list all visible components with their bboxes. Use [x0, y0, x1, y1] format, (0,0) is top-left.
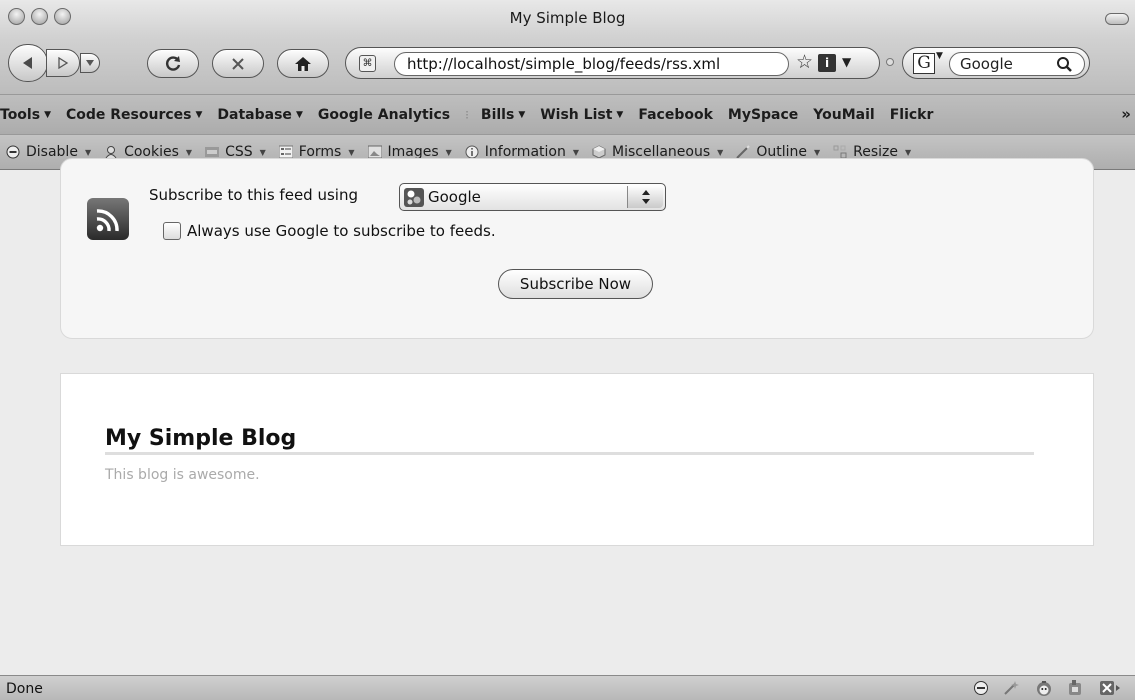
chevron-down-icon: ▼ [904, 147, 912, 157]
information-icon [465, 145, 479, 159]
status-extension-icon[interactable] [1067, 679, 1085, 700]
forward-arrow-icon [58, 57, 69, 69]
chevron-down-icon [86, 60, 94, 66]
chevron-down-icon: ▼ [717, 147, 724, 157]
feed-reader-value: Google [428, 188, 481, 206]
blog-description: This blog is awesome. [105, 467, 260, 483]
home-button[interactable] [277, 49, 329, 78]
subscribe-prompt: Subscribe to this feed using [149, 186, 358, 204]
bookmark-tools[interactable]: Tools ▼ [0, 107, 51, 123]
url-input[interactable]: http://localhost/simple_blog/feeds/rss.x… [394, 52, 789, 76]
bookmark-star-icon[interactable]: ☆ [796, 51, 813, 73]
status-disable-icon[interactable] [973, 680, 989, 700]
images-icon [367, 145, 382, 159]
miscellaneous-icon [592, 145, 606, 159]
chevron-down-icon: ▼ [572, 147, 579, 157]
disable-icon [6, 145, 20, 159]
history-dropdown-button[interactable] [80, 53, 100, 73]
bookmarks-toolbar: Tools ▼ Code Resources ▼ Database ▼ Google … [0, 94, 1135, 134]
bookmark-database[interactable]: Database ▼ [217, 107, 302, 123]
always-use-checkbox[interactable] [163, 222, 181, 240]
status-icons [959, 679, 1121, 700]
chevron-down-icon: ▼ [259, 147, 266, 157]
reload-icon [166, 55, 181, 71]
status-sparkle-icon[interactable] [1003, 680, 1021, 700]
window-title: My Simple Blog [509, 9, 626, 27]
chevron-down-icon: ▼ [195, 109, 203, 120]
chevron-down-icon: ▼ [445, 147, 452, 157]
blog-title[interactable]: My Simple Blog [105, 426, 1034, 455]
feed-reader-select[interactable]: Google [399, 183, 666, 211]
search-bar: G ▼ Google [902, 47, 1090, 79]
bookmark-flickr[interactable]: Flickr [890, 107, 934, 123]
feed-subscribe-panel: Subscribe to this feed using Google Alwa… [60, 158, 1094, 339]
select-arrows-icon [627, 186, 663, 208]
chevron-down-icon: ▼ [518, 109, 526, 120]
close-icon [232, 57, 244, 70]
chevron-down-icon[interactable]: ▼ [936, 51, 943, 61]
chevron-down-icon: ▼ [348, 147, 355, 157]
toolbar-toggle-button[interactable] [1105, 13, 1129, 25]
bookmark-separator: ⁝ [465, 107, 469, 122]
chevron-down-icon: ▼ [44, 109, 51, 120]
bookmark-facebook[interactable]: Facebook [638, 107, 713, 123]
stop-button[interactable] [212, 49, 264, 78]
google-reader-icon [404, 188, 424, 207]
resize-icon [833, 145, 847, 159]
css-icon [205, 147, 220, 157]
chevron-down-icon: ▼ [813, 147, 821, 157]
rss-waves-icon [96, 209, 119, 232]
search-input[interactable]: Google [949, 52, 1085, 76]
info-icon[interactable]: i [818, 54, 836, 72]
status-text: Done [6, 681, 43, 697]
bookmark-code-resources[interactable]: Code Resources ▼ [66, 107, 202, 123]
forms-icon [278, 145, 293, 159]
back-arrow-icon [23, 57, 32, 69]
window-titlebar: My Simple Blog [0, 0, 1135, 36]
outline-icon [736, 145, 751, 159]
chevron-down-icon: ▼ [295, 109, 303, 120]
search-placeholder: Google [960, 55, 1013, 73]
always-use-row: Always use Google to subscribe to feeds. [163, 222, 496, 240]
bookmark-youmail[interactable]: YouMail [813, 107, 874, 123]
bookmark-myspace[interactable]: MySpace [728, 107, 798, 123]
page-content: Subscribe to this feed using Google Alwa… [0, 158, 1135, 675]
subscribe-now-button[interactable]: Subscribe Now [498, 269, 653, 299]
status-bar: Done [0, 675, 1135, 700]
rss-feed-icon [87, 198, 129, 240]
chevron-down-icon: ▼ [616, 109, 624, 120]
chevron-down-icon: ▼ [185, 147, 193, 157]
toolbar-separator-dot [886, 58, 894, 66]
back-button[interactable] [8, 44, 48, 82]
chevron-down-icon[interactable]: ▼ [842, 55, 851, 69]
bookmarks-overflow-button[interactable]: » [1121, 105, 1131, 123]
search-engine-icon[interactable]: G [913, 53, 935, 74]
blog-feed-panel: My Simple Blog This blog is awesome. [60, 373, 1094, 546]
home-icon [295, 56, 311, 71]
always-use-label[interactable]: Always use Google to subscribe to feeds. [187, 222, 496, 240]
site-identity-icon[interactable]: ⌘ [359, 55, 376, 72]
forward-button[interactable] [46, 49, 80, 77]
search-icon[interactable] [1056, 54, 1074, 74]
status-monkey-icon[interactable] [1035, 679, 1053, 700]
bookmark-google-analytics[interactable]: Google Analytics [318, 107, 450, 123]
cookies-icon [105, 146, 117, 159]
chevron-down-icon: ▼ [84, 147, 92, 157]
bookmark-wish-list[interactable]: Wish List ▼ [540, 107, 623, 123]
reload-button[interactable] [147, 49, 199, 78]
status-network-icon[interactable] [1099, 680, 1121, 700]
navigation-toolbar: ⌘ http://localhost/simple_blog/feeds/rss… [0, 36, 1135, 94]
location-bar: ⌘ http://localhost/simple_blog/feeds/rss… [345, 47, 880, 79]
bookmark-bills[interactable]: Bills ▼ [481, 107, 525, 123]
